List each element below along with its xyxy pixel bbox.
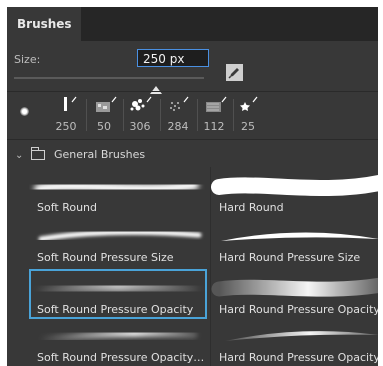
preset-brush-250[interactable]: 250 — [49, 94, 83, 134]
brush-stroke-preview — [41, 329, 198, 343]
folder-icon — [31, 147, 45, 160]
brush-stroke-preview — [38, 229, 202, 242]
brush-stroke-preview — [211, 175, 378, 197]
tab-brushes[interactable]: Brushes — [7, 7, 81, 41]
preset-size: 50 — [97, 120, 111, 133]
spray-preset-icon — [170, 96, 189, 111]
brush-group-general[interactable]: ⌄ General Brushes — [7, 145, 378, 167]
brush-stroke-preview — [225, 331, 378, 341]
panel-tab-bar: Brushes — [7, 7, 378, 41]
selected-brush-highlight — [29, 269, 207, 319]
preset-brush-284[interactable]: 284 — [161, 94, 195, 134]
splatter-preset-icon — [130, 96, 152, 111]
preset-brush-25[interactable]: 25 — [231, 94, 265, 134]
brush-hard-round-pressure-size[interactable]: Hard Round Pressure Size — [211, 217, 378, 269]
preset-size: 284 — [167, 120, 189, 133]
brush-edit-icon — [228, 68, 239, 79]
preset-brush-112[interactable]: 112 — [197, 94, 231, 134]
brush-settings-button[interactable] — [226, 64, 243, 81]
brush-soft-round[interactable]: Soft Round — [29, 167, 205, 219]
size-slider-thumb[interactable] — [150, 86, 162, 94]
brush-hard-round-pressure-opacity-size[interactable]: Hard Round Pressure Opacity... — [211, 317, 378, 366]
divider — [7, 139, 378, 140]
brush-stroke-preview — [34, 180, 199, 194]
size-slider-track[interactable] — [14, 77, 204, 79]
preset-size: 25 — [241, 120, 255, 133]
texture-preset-icon — [206, 96, 227, 112]
soft-round-preset-icon — [64, 96, 77, 111]
brush-hard-round-pressure-opacity[interactable]: Hard Round Pressure Opacity — [211, 269, 378, 321]
brush-name: Hard Round — [219, 201, 284, 214]
brush-soft-round-pressure-size[interactable]: Soft Round Pressure Size — [29, 217, 205, 269]
size-label: Size: — [14, 53, 41, 66]
preset-size: 250 — [55, 120, 77, 133]
preset-brush-50[interactable]: 50 — [87, 94, 121, 134]
chevron-down-icon[interactable]: ⌄ — [15, 150, 23, 161]
brush-name: Hard Round Pressure Size — [219, 251, 361, 264]
brush-name: Soft Round Pressure Size — [37, 251, 174, 264]
preset-brush-306[interactable]: 306 — [123, 94, 157, 134]
brush-hard-round[interactable]: Hard Round — [211, 167, 378, 219]
brushes-panel: Brushes Size: 250 px 250 50 306 284 112 … — [7, 7, 378, 366]
chalk-preset-icon — [96, 96, 117, 112]
brush-name: Hard Round Pressure Opacity... — [219, 351, 378, 364]
brush-stroke-preview — [221, 232, 378, 241]
brush-soft-round-pressure-opacity-size[interactable]: Soft Round Pressure Opacity ... — [29, 317, 207, 366]
group-label: General Brushes — [54, 148, 146, 161]
preset-size: 306 — [129, 120, 151, 133]
brush-name: Soft Round — [37, 201, 98, 214]
current-brush-dot[interactable] — [20, 107, 29, 116]
brush-name: Soft Round Pressure Opacity ... — [37, 351, 207, 364]
star-preset-icon — [240, 96, 258, 111]
brush-name: Hard Round Pressure Opacity — [219, 303, 378, 316]
preset-size: 112 — [203, 120, 225, 133]
size-input[interactable]: 250 px — [137, 49, 209, 67]
divider — [7, 91, 378, 92]
brush-stroke-preview — [211, 277, 378, 297]
